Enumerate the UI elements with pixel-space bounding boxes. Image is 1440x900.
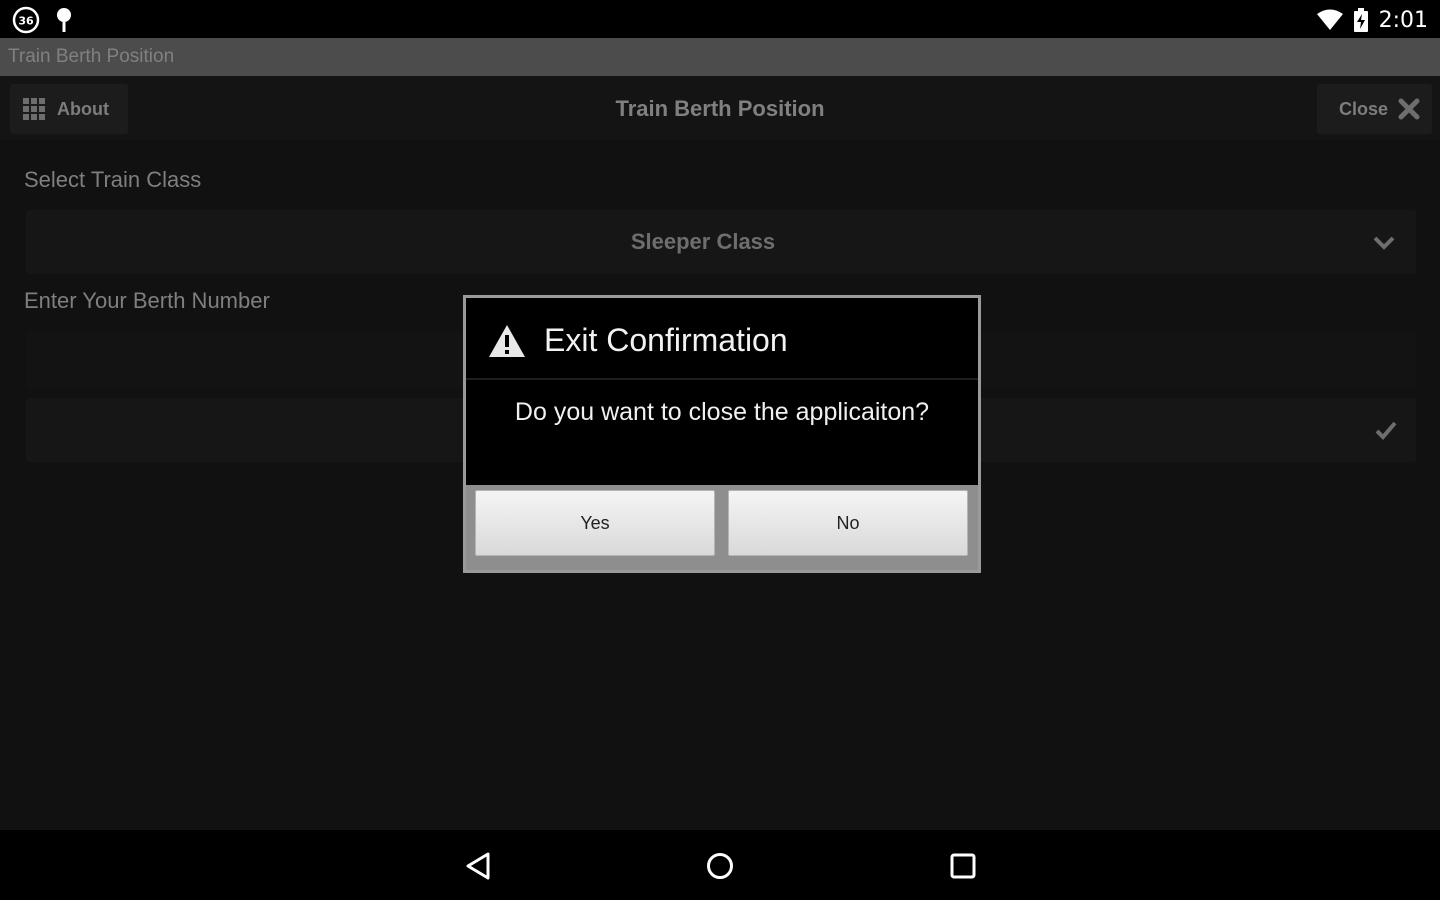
exit-confirmation-dialog: Exit Confirmation Do you want to close t… — [463, 295, 981, 573]
close-icon — [1398, 98, 1420, 120]
page-title: Train Berth Position — [615, 96, 825, 121]
status-bar: 36 2:01 — [0, 0, 1440, 38]
back-button[interactable] — [460, 848, 496, 884]
recents-icon — [950, 853, 976, 879]
train-class-label: Select Train Class — [24, 167, 202, 192]
home-icon — [707, 853, 733, 879]
warning-icon — [489, 325, 525, 357]
window-title-bar: Train Berth Position — [0, 38, 1440, 76]
window-title: Train Berth Position — [8, 46, 175, 67]
pin-icon — [57, 8, 71, 32]
battery-charging-icon — [1353, 8, 1368, 32]
dialog-content: Exit Confirmation Do you want to close t… — [466, 298, 978, 485]
recents-button[interactable] — [945, 848, 981, 884]
wifi-icon — [1316, 9, 1343, 30]
yes-button[interactable]: Yes — [475, 490, 715, 556]
chevron-down-icon — [1373, 236, 1395, 250]
status-clock: 2:01 — [1378, 7, 1428, 33]
dialog-message: Do you want to close the applicaiton? — [514, 398, 930, 426]
status-notifications: 36 — [12, 6, 74, 34]
dialog-button-bar: Yes No — [466, 485, 978, 570]
navigation-bar — [0, 830, 1440, 900]
no-button[interactable]: No — [728, 490, 968, 556]
app-header: About Train Berth Position Close — [0, 76, 1440, 140]
train-class-select[interactable]: Sleeper Class — [26, 210, 1416, 274]
close-label: Close — [1338, 98, 1388, 119]
dialog-title: Exit Confirmation — [544, 322, 788, 358]
svg-text:36: 36 — [18, 15, 34, 28]
train-class-selected-value: Sleeper Class — [630, 229, 776, 254]
notification-badge-icon: 36 — [12, 6, 40, 34]
back-icon — [466, 852, 490, 880]
close-button[interactable]: Close — [1317, 84, 1432, 134]
dialog-header: Exit Confirmation — [466, 298, 978, 380]
home-button[interactable] — [702, 848, 738, 884]
checkmark-icon — [1375, 421, 1397, 440]
berth-number-label: Enter Your Berth Number — [24, 288, 270, 313]
status-indicators: 2:01 — [1316, 6, 1428, 34]
